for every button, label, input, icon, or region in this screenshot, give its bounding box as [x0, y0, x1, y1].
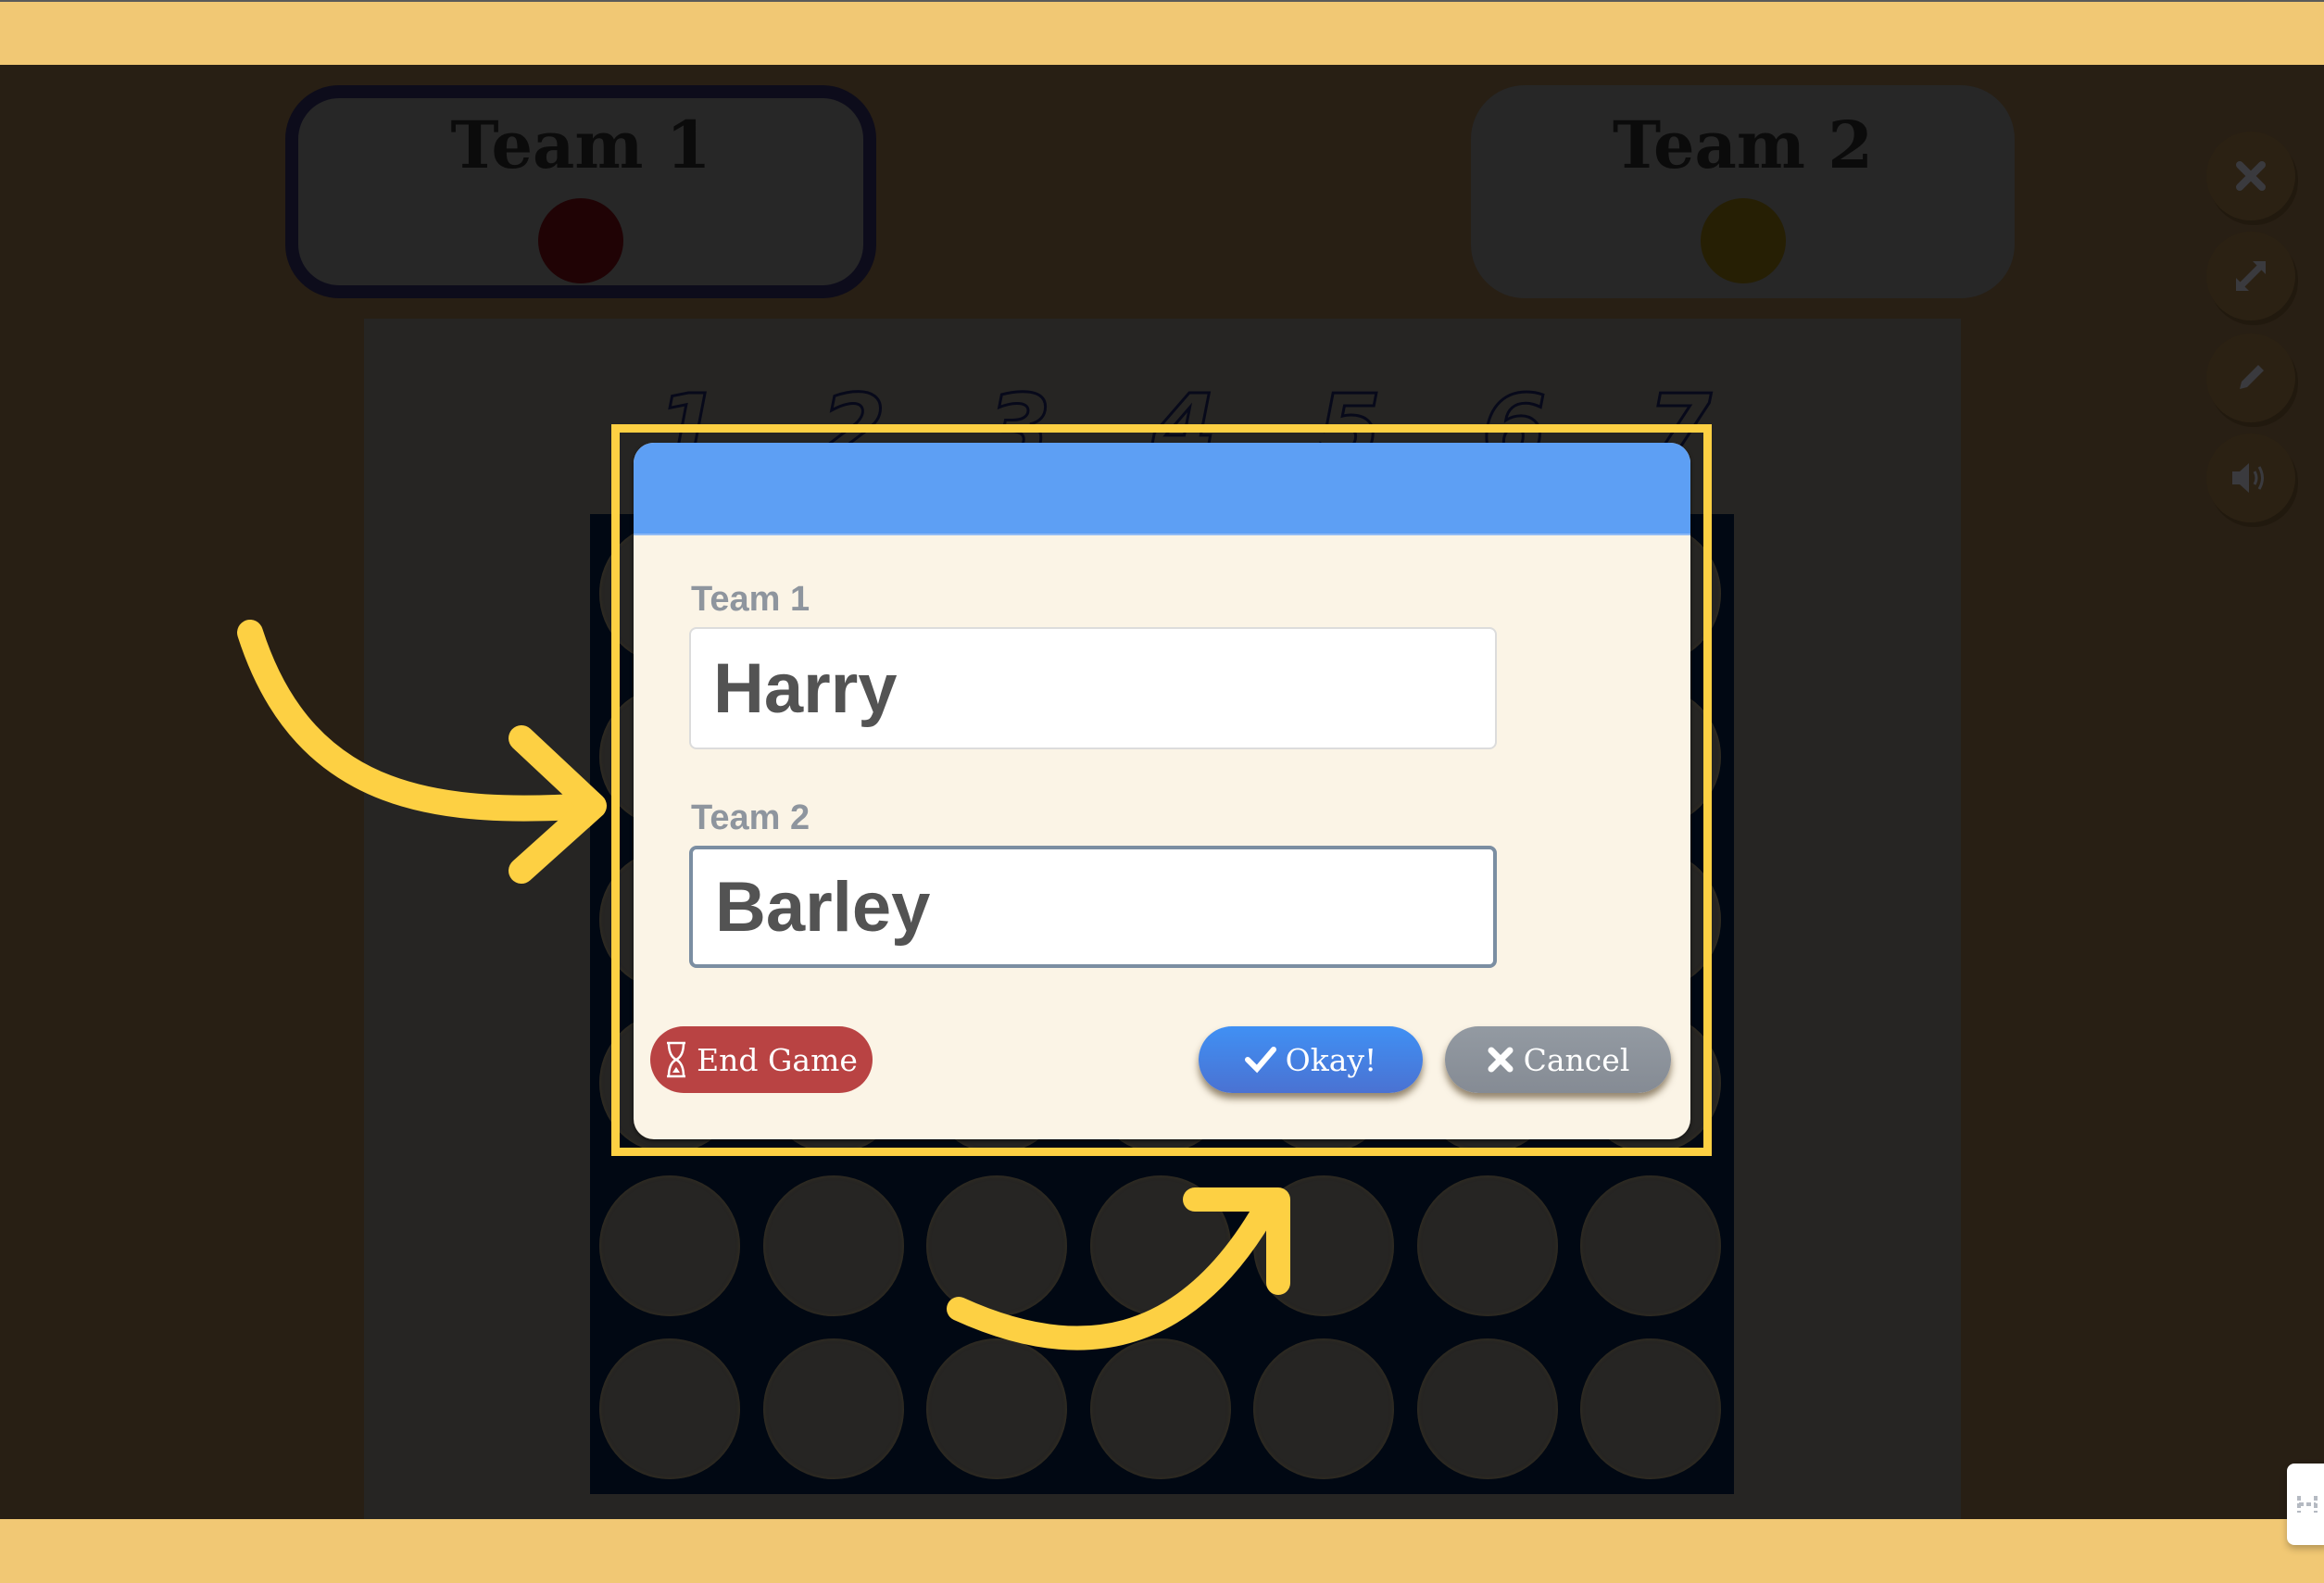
dialog-header — [634, 443, 1690, 535]
board-slot[interactable] — [762, 1338, 904, 1479]
close-icon — [2236, 161, 2266, 191]
board-slot[interactable] — [1253, 1175, 1394, 1316]
okay-button[interactable]: Okay! — [1199, 1026, 1423, 1093]
cancel-label: Cancel — [1523, 1041, 1630, 1078]
end-game-button[interactable]: End Game — [650, 1026, 873, 1093]
team-chip — [538, 198, 623, 283]
team2-name-input[interactable] — [689, 846, 1497, 968]
close-button[interactable] — [2206, 132, 2295, 220]
cancel-button[interactable]: Cancel — [1445, 1026, 1671, 1093]
fullscreen-button[interactable] — [2206, 232, 2295, 320]
volume-icon — [2232, 463, 2264, 493]
team2-label: Team 2 — [691, 798, 810, 837]
team-card-1[interactable]: Team 1 — [285, 85, 876, 298]
team-chip — [1700, 198, 1786, 283]
team-card-2[interactable]: Team 2 — [1471, 85, 2015, 298]
team1-label: Team 1 — [691, 580, 810, 619]
hourglass-icon — [667, 1041, 686, 1078]
board-slot[interactable] — [926, 1338, 1067, 1479]
board-slot[interactable] — [1089, 1338, 1231, 1479]
end-game-label: End Game — [697, 1041, 858, 1078]
team-name: Team 1 — [450, 107, 711, 183]
board-slot[interactable] — [599, 1175, 740, 1316]
board-slot[interactable] — [1253, 1338, 1394, 1479]
bottom-bar — [0, 1519, 2324, 1583]
top-bar — [0, 0, 2324, 65]
board-slot[interactable] — [1416, 1175, 1558, 1316]
team-name: Team 2 — [1612, 107, 1874, 183]
x-icon — [1488, 1047, 1514, 1073]
board-slot[interactable] — [1580, 1175, 1721, 1316]
board-slot[interactable] — [599, 1338, 740, 1479]
edit-teams-dialog: Team 1 Team 2 End Game Okay! Cancel — [634, 443, 1690, 1139]
edit-button[interactable] — [2206, 333, 2295, 422]
team1-name-input[interactable] — [689, 627, 1497, 749]
sound-button[interactable] — [2206, 433, 2295, 522]
board-slot[interactable] — [926, 1175, 1067, 1316]
board-slot[interactable] — [1089, 1175, 1231, 1316]
pencil-icon — [2240, 365, 2264, 389]
corner-widget[interactable] — [2287, 1464, 2324, 1545]
board-slot[interactable] — [1416, 1338, 1558, 1479]
fullscreen-icon — [2236, 261, 2266, 291]
widget-logo-icon — [2297, 1496, 2318, 1513]
board-slot[interactable] — [762, 1175, 904, 1316]
okay-label: Okay! — [1285, 1041, 1377, 1078]
check-icon — [1244, 1047, 1276, 1074]
board-slot[interactable] — [1580, 1338, 1721, 1479]
